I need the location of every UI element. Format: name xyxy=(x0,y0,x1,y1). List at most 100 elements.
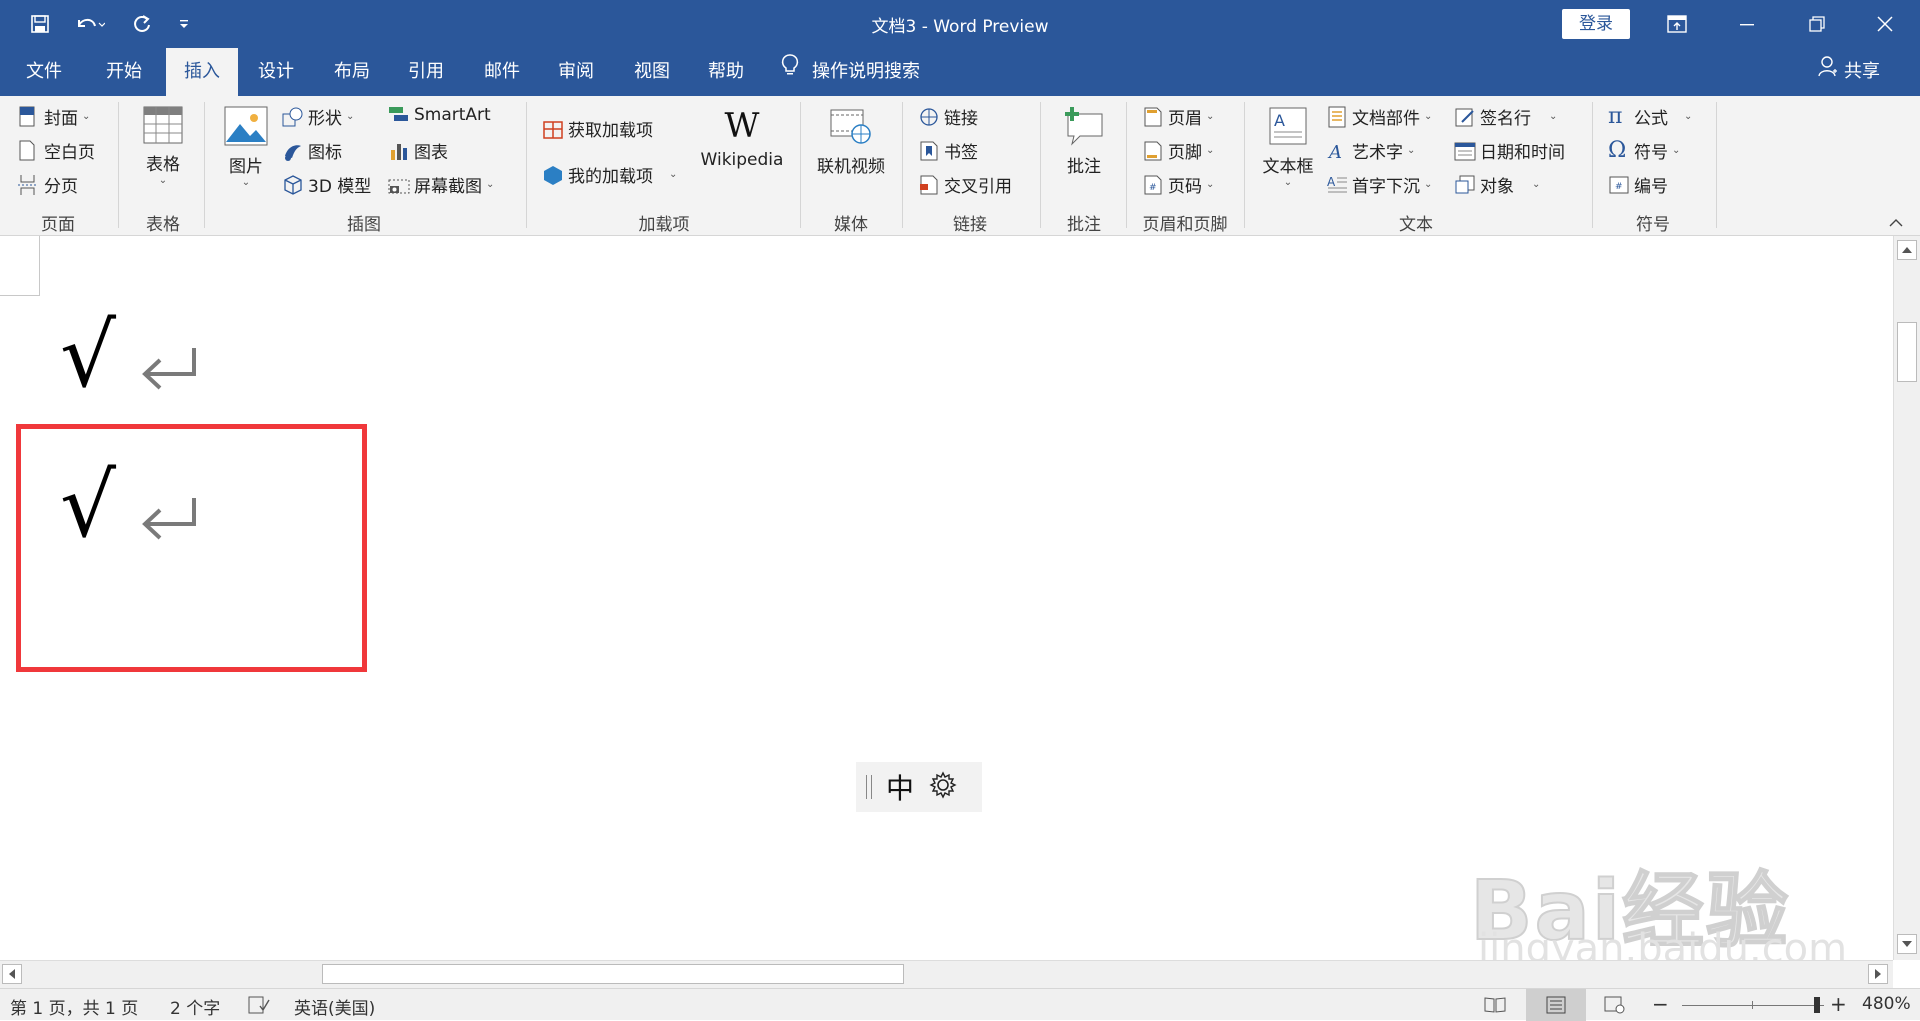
vertical-scrollbar[interactable] xyxy=(1893,236,1920,960)
ime-toolbar[interactable]: 中 xyxy=(856,762,982,812)
store-icon xyxy=(542,118,564,140)
equation-button[interactable]: π 公式 ⌄ xyxy=(1608,104,1692,129)
picture-icon xyxy=(224,106,268,146)
quick-parts-button[interactable]: 文档部件 ⌄ xyxy=(1326,104,1432,129)
3d-models-button[interactable]: 3D 模型 xyxy=(282,172,371,197)
calendar-icon xyxy=(1454,140,1476,162)
tab-home[interactable]: 开始 xyxy=(92,48,156,96)
screenshot-button[interactable]: 屏幕截图 ⌄ xyxy=(388,172,494,197)
tab-references[interactable]: 引用 xyxy=(394,48,458,96)
ime-mode-indicator[interactable]: 中 xyxy=(886,767,914,807)
scroll-right-icon[interactable] xyxy=(1868,964,1888,984)
link-button[interactable]: 链接 xyxy=(918,104,978,129)
vertical-scroll-thumb[interactable] xyxy=(1897,322,1917,382)
number-button[interactable]: # 编号 xyxy=(1608,172,1668,197)
zoom-slider-thumb[interactable] xyxy=(1814,997,1820,1013)
page-count[interactable]: 第 1 页，共 1 页 xyxy=(10,994,138,1019)
my-addins-icon xyxy=(542,164,564,186)
read-mode-icon[interactable] xyxy=(1484,996,1506,1019)
tab-insert[interactable]: 插入 xyxy=(166,48,238,96)
zoom-slider-center-tick xyxy=(1752,1001,1753,1009)
chevron-down-icon: ⌄ xyxy=(1283,177,1293,188)
my-addins-button[interactable]: 我的加载项 ⌄ xyxy=(542,162,677,187)
print-layout-icon[interactable] xyxy=(1526,989,1586,1021)
cover-page-button[interactable]: 封面 ⌄ xyxy=(18,104,90,129)
icons-button[interactable]: 图标 xyxy=(282,138,342,163)
page-number-button[interactable]: # 页码 ⌄ xyxy=(1142,172,1214,197)
language-indicator[interactable]: 英语(美国) xyxy=(294,994,375,1019)
zoom-slider[interactable] xyxy=(1682,997,1824,1013)
tell-me-search[interactable]: 操作说明搜索 xyxy=(780,48,940,96)
cross-reference-button[interactable]: 交叉引用 xyxy=(918,172,1012,197)
wikipedia-button[interactable]: W Wikipedia xyxy=(694,108,790,170)
tab-layout[interactable]: 布局 xyxy=(320,48,384,96)
zoom-in-icon[interactable]: + xyxy=(1830,992,1847,1016)
web-layout-icon[interactable] xyxy=(1604,996,1626,1019)
proofing-icon[interactable] xyxy=(248,996,270,1019)
document-canvas[interactable]: √ √ 中 Bai经验 jingyan.baidu.com xyxy=(0,236,1893,960)
close-icon[interactable] xyxy=(1870,10,1900,38)
date-time-button[interactable]: 日期和时间 xyxy=(1454,138,1565,163)
online-video-button[interactable]: 联机视频 xyxy=(808,106,894,177)
scroll-down-icon[interactable] xyxy=(1897,934,1917,954)
header-icon xyxy=(1142,106,1164,128)
new-comment-button[interactable]: 批注 xyxy=(1052,106,1116,177)
tab-view[interactable]: 视图 xyxy=(620,48,684,96)
bookmark-button[interactable]: 书签 xyxy=(918,138,978,163)
drop-cap-button[interactable]: A 首字下沉 ⌄ xyxy=(1326,172,1432,198)
person-icon xyxy=(1818,48,1838,96)
scroll-up-icon[interactable] xyxy=(1897,240,1917,260)
highlight-box xyxy=(16,424,367,672)
horizontal-scrollbar[interactable] xyxy=(0,960,1893,988)
group-separator xyxy=(800,102,801,228)
collapse-ribbon-icon[interactable] xyxy=(1888,214,1906,228)
wordart-button[interactable]: A 艺术字 ⌄ xyxy=(1326,138,1415,164)
tab-review[interactable]: 审阅 xyxy=(544,48,608,96)
chart-button[interactable]: 图表 xyxy=(388,138,448,163)
tab-design[interactable]: 设计 xyxy=(244,48,308,96)
object-button[interactable]: 对象 ⌄ xyxy=(1454,172,1540,197)
signature-line-button[interactable]: 签名行 ⌄ xyxy=(1454,104,1557,129)
scroll-left-icon[interactable] xyxy=(2,964,22,984)
group-comments-label: 批注 xyxy=(1067,215,1101,235)
share-button[interactable]: 共享 xyxy=(1818,48,1910,96)
zoom-level[interactable]: 480% xyxy=(1862,994,1911,1014)
login-button[interactable]: 登录 xyxy=(1562,9,1630,39)
comment-icon xyxy=(1062,106,1106,146)
shapes-button[interactable]: 形状 ⌄ xyxy=(282,104,354,129)
minimize-icon[interactable] xyxy=(1732,10,1762,38)
date-time-label: 日期和时间 xyxy=(1480,143,1565,163)
horizontal-scroll-thumb[interactable] xyxy=(322,964,904,984)
tab-help[interactable]: 帮助 xyxy=(694,48,758,96)
smartart-button[interactable]: SmartArt xyxy=(388,104,491,126)
wordart-label: 艺术字 xyxy=(1352,143,1403,163)
word-count[interactable]: 2 个字 xyxy=(170,994,220,1019)
table-button[interactable]: 表格 ⌄ xyxy=(128,106,198,186)
get-addins-button[interactable]: 获取加载项 xyxy=(542,116,653,141)
header-button[interactable]: 页眉 ⌄ xyxy=(1142,104,1214,129)
chevron-down-icon: ⌄ xyxy=(158,175,168,186)
chart-icon xyxy=(388,140,410,162)
tab-file[interactable]: 文件 xyxy=(12,48,76,96)
check-character-1[interactable]: √ xyxy=(60,306,116,406)
footer-button[interactable]: 页脚 ⌄ xyxy=(1142,138,1214,163)
zoom-out-icon[interactable]: − xyxy=(1652,992,1669,1016)
restore-icon[interactable] xyxy=(1802,10,1832,38)
comment-label: 批注 xyxy=(1067,157,1101,177)
group-addins-label: 加载项 xyxy=(638,215,690,235)
text-box-button[interactable]: A 文本框 ⌄ xyxy=(1256,106,1320,188)
ribbon-display-options-icon[interactable] xyxy=(1662,10,1692,38)
ime-drag-handle[interactable] xyxy=(866,775,872,799)
online-video-label: 联机视频 xyxy=(817,157,885,177)
object-label: 对象 xyxy=(1480,177,1514,197)
wikipedia-icon: W xyxy=(724,106,760,146)
symbol-button[interactable]: Ω 符号 ⌄ xyxy=(1608,138,1680,163)
gear-icon[interactable] xyxy=(928,770,958,804)
page-break-label: 分页 xyxy=(44,177,78,197)
tab-mailings[interactable]: 邮件 xyxy=(470,48,534,96)
blank-page-button[interactable]: 空白页 xyxy=(18,138,95,163)
pictures-button[interactable]: 图片 ⌄ xyxy=(218,106,274,188)
blank-page-label: 空白页 xyxy=(44,143,95,163)
page-break-button[interactable]: 分页 xyxy=(18,172,78,197)
ribbon-insert: 封面 ⌄ 空白页 分页 页面 表格 ⌄ 表格 图片 ⌄ 形状 ⌄ 图标 3D 模型 xyxy=(0,96,1920,236)
